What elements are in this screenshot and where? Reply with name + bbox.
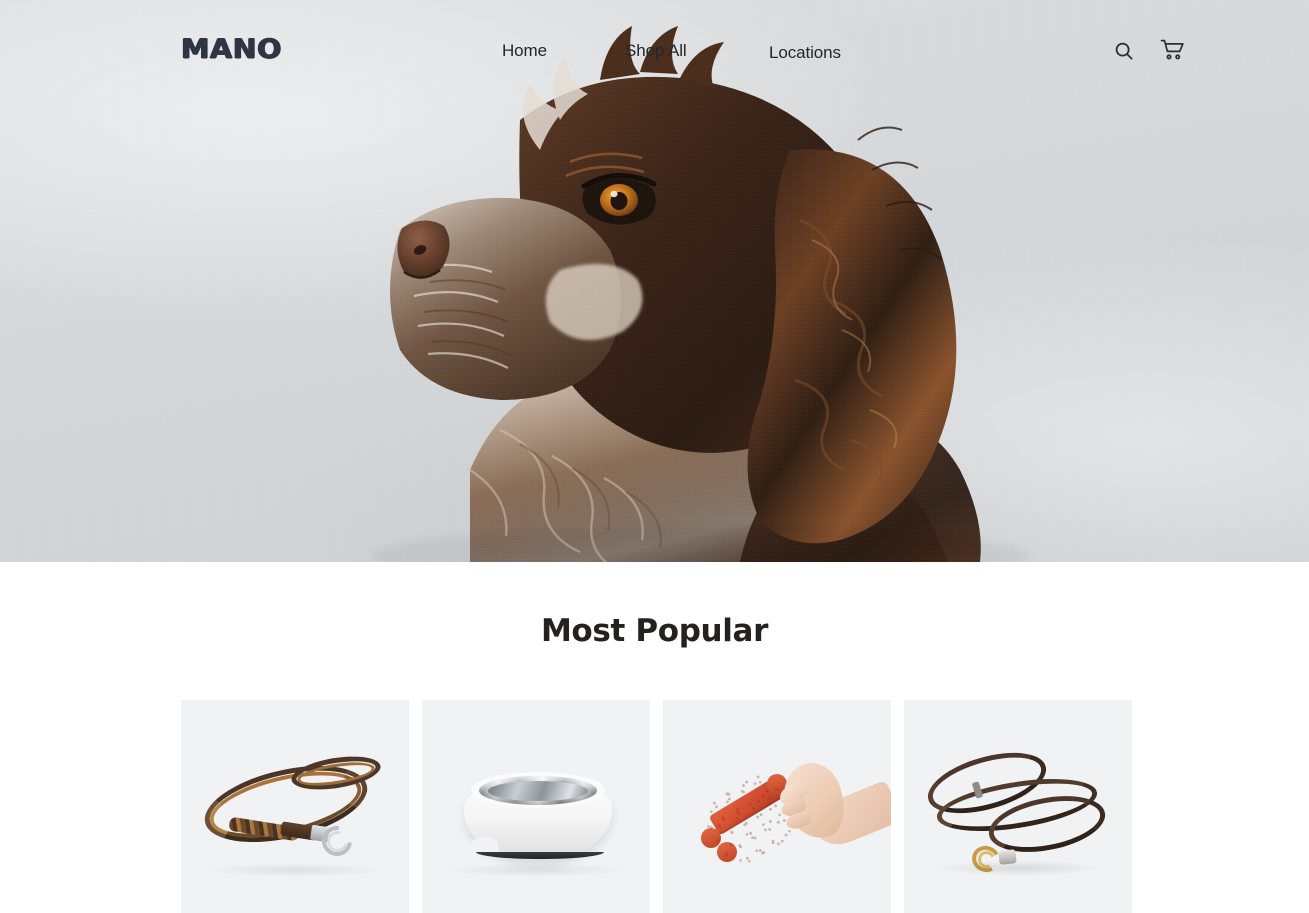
shopping-cart-icon xyxy=(1160,39,1184,60)
product-card-dark-leather-leash[interactable] xyxy=(904,700,1132,913)
search-icon xyxy=(1115,42,1133,60)
nav-link-home[interactable]: Home xyxy=(502,41,547,61)
product-card-dog-bowl[interactable] xyxy=(422,700,650,913)
product-image-dog-bowl xyxy=(422,700,650,913)
nav-link-locations[interactable]: Locations xyxy=(769,43,841,63)
product-card-bone-treat[interactable] xyxy=(663,700,891,913)
product-card-braided-leather-leash[interactable] xyxy=(181,700,409,913)
brand-logo[interactable]: MANO xyxy=(181,36,282,63)
product-image-braided-leather-leash xyxy=(181,700,409,913)
product-image-dark-leather-leash xyxy=(904,700,1132,913)
product-grid xyxy=(181,700,1132,913)
most-popular-section: Most Popular xyxy=(0,562,1309,913)
product-image-bone-treat xyxy=(663,700,891,913)
cart-button[interactable] xyxy=(1157,35,1187,65)
site-navigation: MANO Home Shop All Locations xyxy=(0,0,1309,104)
page-root: MANO Home Shop All Locations Most Popula… xyxy=(0,0,1309,913)
nav-link-shop-all[interactable]: Shop All xyxy=(625,41,687,61)
nav-actions xyxy=(1009,0,1309,104)
search-button[interactable] xyxy=(1109,36,1139,66)
section-title: Most Popular xyxy=(540,613,769,649)
hero-banner: MANO Home Shop All Locations xyxy=(0,0,1309,562)
